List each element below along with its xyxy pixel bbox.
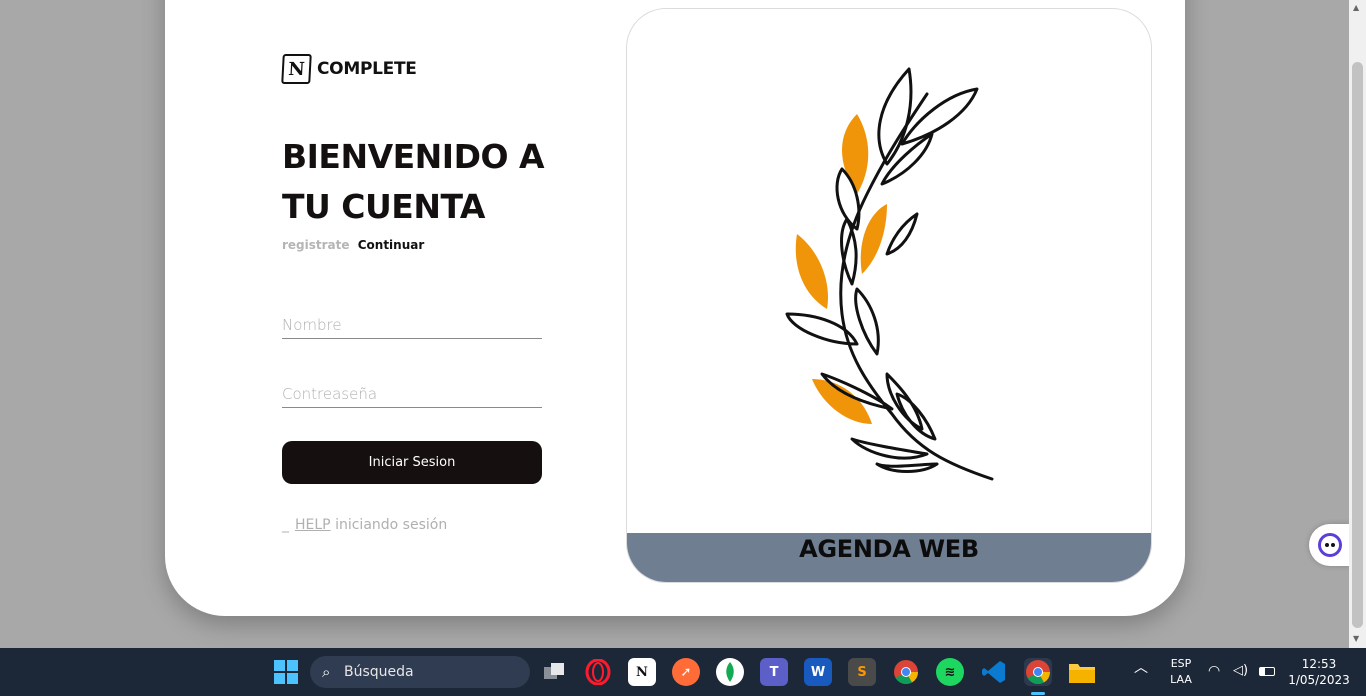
continue-link[interactable]: Continuar — [358, 238, 425, 252]
title-line-2: TU CUENTA — [282, 187, 485, 226]
title-line-1: BIENVENIDO A — [282, 137, 545, 176]
scroll-thumb[interactable] — [1352, 62, 1363, 628]
brand-logo[interactable]: N COMPLETE — [281, 54, 417, 84]
help-row: _ HELP iniciando sesión — [282, 517, 447, 533]
volume-icon[interactable]: ◁) — [1233, 663, 1248, 679]
notion-logo-icon: N — [281, 54, 312, 84]
page-title: BIENVENIDO A TU CUENTA — [282, 132, 582, 232]
help-prefix: _ — [282, 517, 289, 533]
laurel-branch-illustration — [785, 67, 994, 481]
windows-start-icon[interactable] — [272, 658, 300, 686]
brand-name: COMPLETE — [317, 59, 417, 79]
illustration-panel: AGENDA WEB — [626, 8, 1152, 583]
bot-face-icon — [1318, 533, 1342, 557]
spotify-icon[interactable]: ≋ — [936, 658, 964, 686]
lang-line-1: ESP — [1170, 657, 1192, 670]
mongodb-icon[interactable] — [716, 658, 744, 686]
wifi-icon[interactable]: ◠ — [1208, 663, 1220, 679]
battery-icon[interactable] — [1259, 667, 1275, 676]
search-placeholder: Búsqueda — [344, 664, 414, 680]
vscode-icon[interactable] — [980, 658, 1008, 686]
page-scrollbar[interactable]: ▲ ▼ — [1349, 0, 1366, 648]
assistant-bot-button[interactable] — [1309, 524, 1351, 566]
teams-icon[interactable]: T — [760, 658, 788, 686]
chrome-icon[interactable] — [892, 658, 920, 686]
login-button[interactable]: Iniciar Sesion — [282, 441, 542, 484]
password-input[interactable] — [282, 380, 542, 408]
word-icon[interactable]: W — [804, 658, 832, 686]
panel-footer: AGENDA WEB — [627, 533, 1151, 582]
panel-caption: AGENDA WEB — [799, 535, 979, 563]
name-input[interactable] — [282, 311, 542, 339]
notion-icon[interactable]: N — [628, 658, 656, 686]
task-view-icon[interactable] — [540, 658, 568, 686]
help-link[interactable]: HELP — [295, 517, 331, 533]
sublime-text-icon[interactable]: S — [848, 658, 876, 686]
opera-icon[interactable] — [584, 658, 612, 686]
register-link[interactable]: registrate — [282, 238, 350, 252]
chevron-up-icon[interactable]: ︿ — [1134, 660, 1148, 676]
auth-links: registrate Continuar — [282, 238, 424, 252]
scroll-up-icon[interactable]: ▲ — [1353, 3, 1359, 12]
help-suffix: iniciando sesión — [335, 517, 448, 533]
language-indicator[interactable]: ESP LAA — [1166, 656, 1196, 688]
clock[interactable]: 12:53 1/05/2023 — [1286, 656, 1352, 688]
clock-date: 1/05/2023 — [1288, 673, 1350, 687]
taskbar-search[interactable]: ⌕ Búsqueda — [310, 656, 530, 688]
clock-time: 12:53 — [1301, 657, 1337, 671]
search-icon: ⌕ — [322, 663, 331, 681]
chrome-active-icon[interactable] — [1024, 658, 1052, 686]
postman-icon[interactable]: ➚ — [672, 658, 700, 686]
file-explorer-icon[interactable] — [1068, 658, 1096, 686]
active-app-indicator — [1031, 692, 1045, 695]
taskbar: ⌕ Búsqueda N ➚ T W S ≋ ︿ ESP LAA ◠ ◁) 12… — [0, 648, 1366, 696]
lang-line-2: LAA — [1170, 673, 1192, 686]
scroll-down-icon[interactable]: ▼ — [1353, 634, 1359, 643]
